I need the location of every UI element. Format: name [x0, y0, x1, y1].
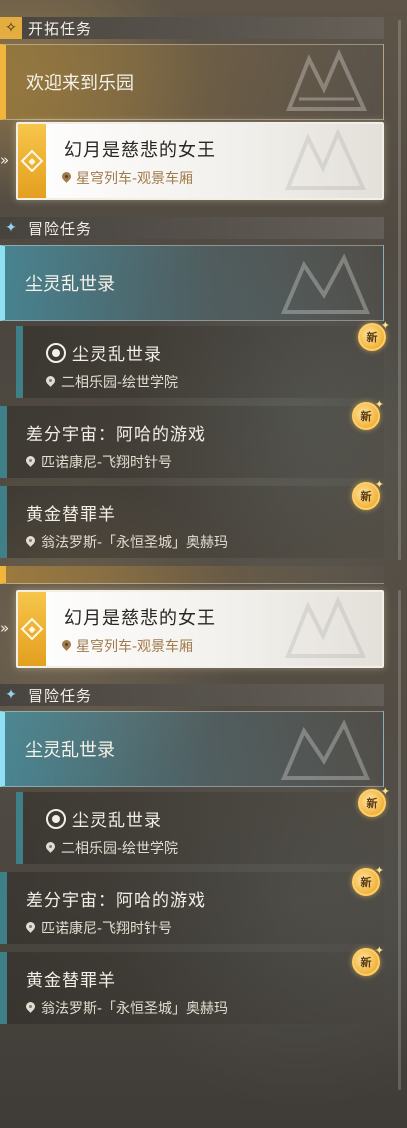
map-pin-icon	[46, 842, 55, 854]
quest-accent-bar	[0, 872, 7, 944]
location-text: 翁法罗斯-「永恒圣城」奥赫玛	[41, 1001, 229, 1017]
quest-title: 黄金替罪羊	[26, 500, 116, 525]
quest-card-title: 尘灵乱世录	[25, 274, 115, 295]
quest-location: 翁法罗斯-「永恒圣城」奥赫玛	[26, 532, 228, 552]
map-pin-icon	[46, 376, 55, 388]
quest-accent-bar	[16, 792, 23, 864]
quest-title: 黄金替罪羊	[26, 966, 116, 991]
list-item[interactable]: 尘灵乱世录 二相乐园-绘世学院	[16, 792, 384, 864]
dust-spirit-icon	[46, 342, 66, 363]
quest-accent-bar	[0, 952, 7, 1024]
new-badge-label: 新	[360, 490, 372, 503]
map-pin-icon	[26, 536, 35, 548]
quest-title-text: 黄金替罪羊	[26, 505, 116, 525]
new-badge: 新 ✦	[352, 944, 384, 976]
sparkle-icon: ✦	[374, 398, 384, 411]
quest-card-dust-chronicle[interactable]: 尘灵乱世录	[0, 711, 384, 787]
section-title: 冒险任务	[28, 219, 93, 238]
new-badge-label: 新	[366, 797, 378, 810]
diamond-star-icon: ✧	[0, 17, 22, 39]
quest-card-dust-chronicle[interactable]: 尘灵乱世录	[0, 245, 384, 321]
sparkle-icon: ✦	[374, 478, 384, 491]
section-title: 开拓任务	[28, 19, 93, 38]
emblem-decoration-icon	[280, 253, 371, 314]
location-text: 星穹列车-观景车厢	[76, 639, 194, 655]
quest-title-text: 尘灵乱世录	[72, 811, 162, 831]
quest-card-welcome-paradise[interactable]: 欢迎来到乐园	[0, 44, 384, 120]
sparkle-icon: ✦	[380, 319, 390, 332]
quest-accent-bar	[16, 326, 23, 398]
quest-title: 差分宇宙：阿哈的游戏	[26, 886, 206, 911]
map-pin-icon	[26, 922, 35, 934]
quest-location: 匹诺康尼-飞翔时针号	[26, 918, 172, 938]
quest-title: 差分宇宙：阿哈的游戏	[26, 420, 206, 445]
scrollbar-bottom[interactable]	[398, 590, 401, 1090]
quest-title-text: 差分宇宙：阿哈的游戏	[26, 891, 206, 911]
four-point-star-icon: ✦	[5, 220, 17, 236]
quest-title-text: 尘灵乱世录	[72, 345, 162, 365]
section-header-adventure: ✦ 冒险任务	[0, 684, 384, 706]
selected-quest-title: 幻月是慈悲的女王	[64, 140, 216, 161]
selected-quest-card[interactable]: 幻月是慈悲的女王 星穹列车-观景车厢	[16, 590, 384, 668]
quest-accent-bar	[0, 406, 7, 478]
emblem-decoration-icon	[285, 128, 367, 190]
quest-title: 尘灵乱世录	[46, 340, 162, 365]
sparkle-icon: ✦	[374, 944, 384, 957]
quest-card-title: 欢迎来到乐园	[26, 73, 134, 94]
quest-location: 匹诺康尼-飞翔时针号	[26, 452, 172, 472]
new-badge: 新 ✦	[358, 319, 390, 351]
trailblaze-quest-badge-icon	[18, 124, 46, 198]
quest-card-partial[interactable]	[0, 566, 384, 584]
section-header-trailblaze: ✧ 开拓任务	[0, 17, 384, 39]
section-header-adventure: ✦ 冒险任务	[0, 217, 384, 239]
quest-title-text: 差分宇宙：阿哈的游戏	[26, 425, 206, 445]
quest-location: 翁法罗斯-「永恒圣城」奥赫玛	[26, 998, 228, 1018]
map-pin-icon	[26, 456, 35, 468]
new-badge-label: 新	[366, 331, 378, 344]
sparkle-icon: ✦	[380, 785, 390, 798]
emblem-decoration-icon	[285, 596, 367, 658]
new-badge-label: 新	[360, 410, 372, 423]
location-text: 匹诺康尼-飞翔时针号	[41, 921, 173, 937]
double-chevron-icon: »	[0, 619, 10, 637]
new-badge: 新 ✦	[358, 785, 390, 817]
new-badge: 新 ✦	[352, 398, 384, 430]
location-text: 星穹列车-观景车厢	[76, 171, 194, 187]
selected-quest-title: 幻月是慈悲的女王	[64, 608, 216, 629]
quest-title: 尘灵乱世录	[46, 806, 162, 831]
location-text: 二相乐园-绘世学院	[61, 375, 179, 391]
dust-spirit-icon	[46, 808, 66, 829]
map-pin-icon	[62, 172, 71, 184]
list-item[interactable]: 差分宇宙：阿哈的游戏 匹诺康尼-飞翔时针号	[0, 406, 384, 478]
emblem-decoration-icon	[280, 719, 371, 780]
map-pin-icon	[26, 1002, 35, 1014]
list-item[interactable]: 尘灵乱世录 二相乐园-绘世学院	[16, 326, 384, 398]
new-badge-label: 新	[360, 876, 372, 889]
new-badge: 新 ✦	[352, 864, 384, 896]
emblem-decoration-icon	[286, 49, 368, 111]
double-chevron-icon: »	[0, 151, 10, 169]
quest-location: 二相乐园-绘世学院	[46, 838, 178, 858]
quest-card-title: 尘灵乱世录	[25, 740, 115, 761]
new-badge: 新 ✦	[352, 478, 384, 510]
location-text: 翁法罗斯-「永恒圣城」奥赫玛	[41, 535, 229, 551]
selected-quest-location: 星穹列车-观景车厢	[62, 168, 193, 188]
sparkle-icon: ✦	[374, 864, 384, 877]
section-title: 冒险任务	[28, 686, 93, 705]
quest-title-text: 黄金替罪羊	[26, 971, 116, 991]
list-item[interactable]: 黄金替罪羊 翁法罗斯-「永恒圣城」奥赫玛	[0, 952, 384, 1024]
location-text: 二相乐园-绘世学院	[61, 841, 179, 857]
four-point-star-icon: ✦	[5, 687, 17, 703]
map-pin-icon	[62, 640, 71, 652]
location-text: 匹诺康尼-飞翔时针号	[41, 455, 173, 471]
selected-quest-card[interactable]: 幻月是慈悲的女王 星穹列车-观景车厢	[16, 122, 384, 200]
quest-location: 二相乐园-绘世学院	[46, 372, 178, 392]
new-badge-label: 新	[360, 956, 372, 969]
selected-quest-location: 星穹列车-观景车厢	[62, 636, 193, 656]
list-item[interactable]: 黄金替罪羊 翁法罗斯-「永恒圣城」奥赫玛	[0, 486, 384, 558]
trailblaze-quest-badge-icon	[18, 592, 46, 666]
scrollbar-top[interactable]	[398, 20, 401, 560]
list-item[interactable]: 差分宇宙：阿哈的游戏 匹诺康尼-飞翔时针号	[0, 872, 384, 944]
quest-accent-bar	[0, 486, 7, 558]
